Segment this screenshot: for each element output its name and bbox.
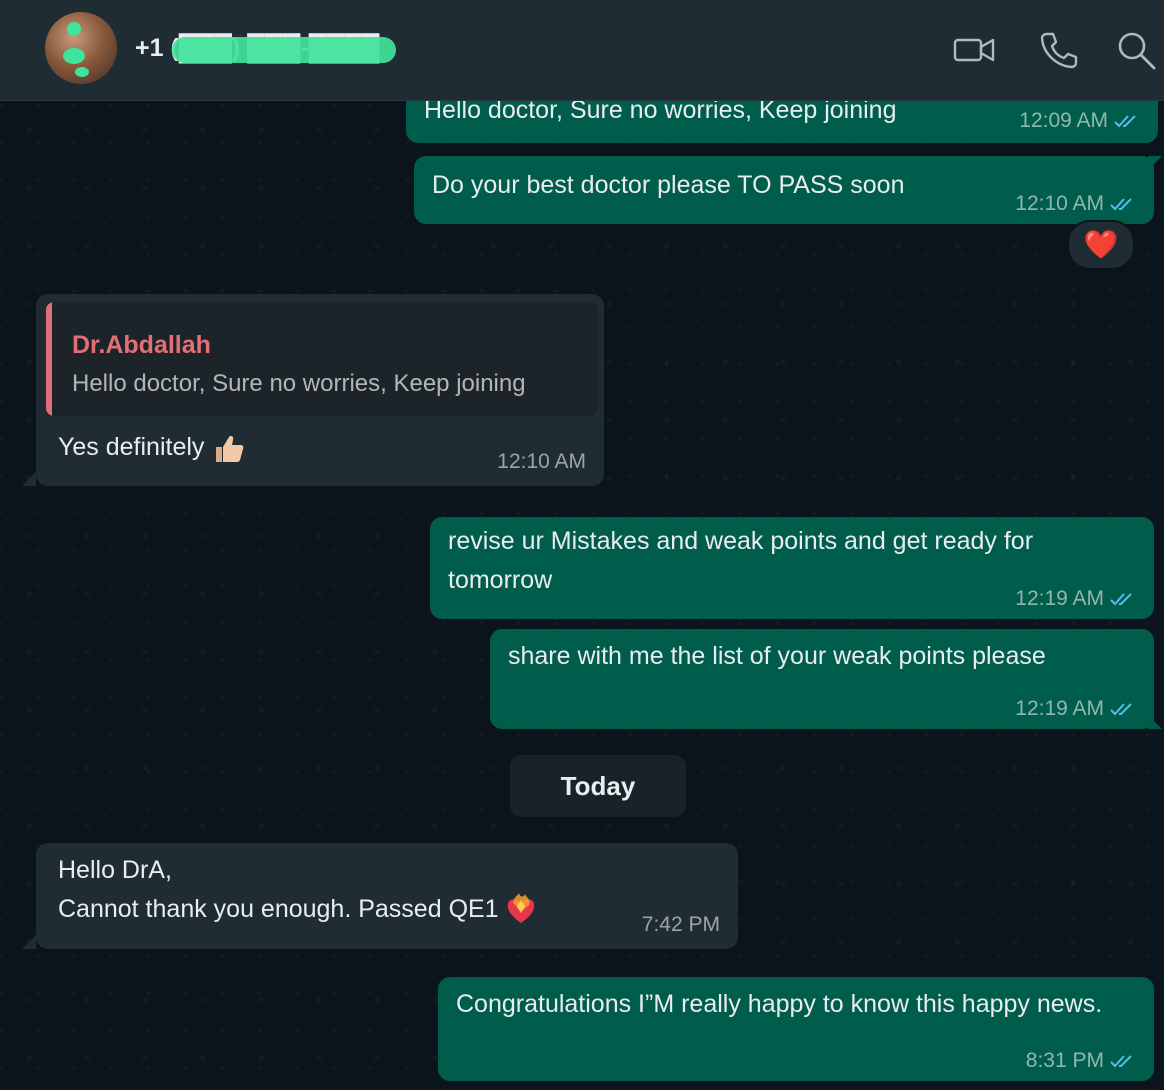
message-list[interactable]: Hello doctor, Sure no worries, Keep join…: [0, 101, 1164, 1090]
thumbs-up-icon: [216, 435, 244, 462]
outgoing-message[interactable]: share with me the list of your weak poin…: [490, 629, 1154, 729]
contact-avatar[interactable]: [45, 12, 117, 84]
read-ticks-icon: [1110, 1054, 1132, 1067]
incoming-message[interactable]: Dr.Abdallah Hello doctor, Sure no worrie…: [36, 294, 604, 486]
message-time: 12:19 AM: [1015, 697, 1104, 720]
message-text: Yes definitely: [58, 433, 205, 461]
outgoing-message[interactable]: Do your best doctor please TO PASS soon …: [414, 156, 1154, 224]
message-time: 12:19 AM: [1015, 587, 1104, 610]
bubble-tail: [1148, 156, 1162, 170]
quote-accent-bar: [46, 302, 52, 416]
read-ticks-icon: [1110, 592, 1132, 605]
message-meta: 12:10 AM: [1015, 184, 1136, 223]
heart-reaction-icon[interactable]: ❤️: [1067, 220, 1135, 270]
quote-author: Dr.Abdallah: [72, 331, 211, 359]
message-text: Do your best doctor please TO PASS soon: [432, 171, 905, 199]
outgoing-message[interactable]: Hello doctor, Sure no worries, Keep join…: [406, 101, 1158, 143]
message-text: Congratulations I”M really happy to know…: [456, 990, 1103, 1018]
message-meta: 12:09 AM: [1019, 101, 1140, 140]
message-time: 8:31 PM: [1025, 1049, 1104, 1072]
read-ticks-icon: [1110, 702, 1132, 715]
search-icon[interactable]: [1114, 28, 1158, 72]
message-time: 12:09 AM: [1019, 109, 1108, 132]
message-body: Yes definitely: [58, 428, 246, 467]
read-ticks-icon: [1110, 197, 1132, 210]
day-separator: Today: [510, 755, 686, 817]
avatar-redaction-mark: [67, 22, 81, 36]
message-time: 12:10 AM: [497, 450, 586, 473]
read-ticks-icon: [1114, 114, 1136, 127]
message-meta: 12:19 AM: [1015, 579, 1136, 618]
message-time: 7:42 PM: [641, 913, 720, 936]
message-meta: 7:42 PM: [642, 905, 720, 944]
chat-header: +1 (███) ███-████: [0, 0, 1164, 101]
message-text: Hello DrA, Cannot thank you enough. Pass…: [58, 856, 499, 923]
message-body: Hello DrA, Cannot thank you enough. Pass…: [58, 851, 537, 929]
message-text: share with me the list of your weak poin…: [508, 642, 1046, 670]
message-text: Hello doctor, Sure no worries, Keep join…: [424, 101, 897, 124]
whatsapp-window: +1 (███) ███-████ Hello doctor, Sure no …: [0, 0, 1164, 1090]
message-meta: 12:10 AM: [497, 442, 586, 481]
redaction-mask: [172, 37, 396, 63]
quoted-message[interactable]: Dr.Abdallah Hello doctor, Sure no worrie…: [46, 302, 598, 416]
quote-text: Hello doctor, Sure no worries, Keep join…: [72, 370, 526, 397]
bubble-tail: [22, 472, 36, 486]
message-meta: 12:19 AM: [1015, 689, 1136, 728]
outgoing-message[interactable]: Congratulations I”M really happy to know…: [438, 977, 1154, 1081]
message-meta: 8:31 PM: [1026, 1041, 1136, 1080]
outgoing-message[interactable]: revise ur Mistakes and weak points and g…: [430, 517, 1154, 619]
bubble-tail: [1148, 715, 1162, 729]
incoming-message[interactable]: Hello DrA, Cannot thank you enough. Pass…: [36, 843, 738, 949]
heart-on-fire-icon: [507, 893, 534, 924]
avatar-redaction-mark: [63, 48, 85, 64]
video-call-icon[interactable]: [952, 28, 996, 72]
bubble-tail: [22, 935, 36, 949]
voice-call-icon[interactable]: [1036, 28, 1080, 72]
avatar-redaction-mark: [75, 67, 89, 77]
message-time: 12:10 AM: [1015, 192, 1104, 215]
